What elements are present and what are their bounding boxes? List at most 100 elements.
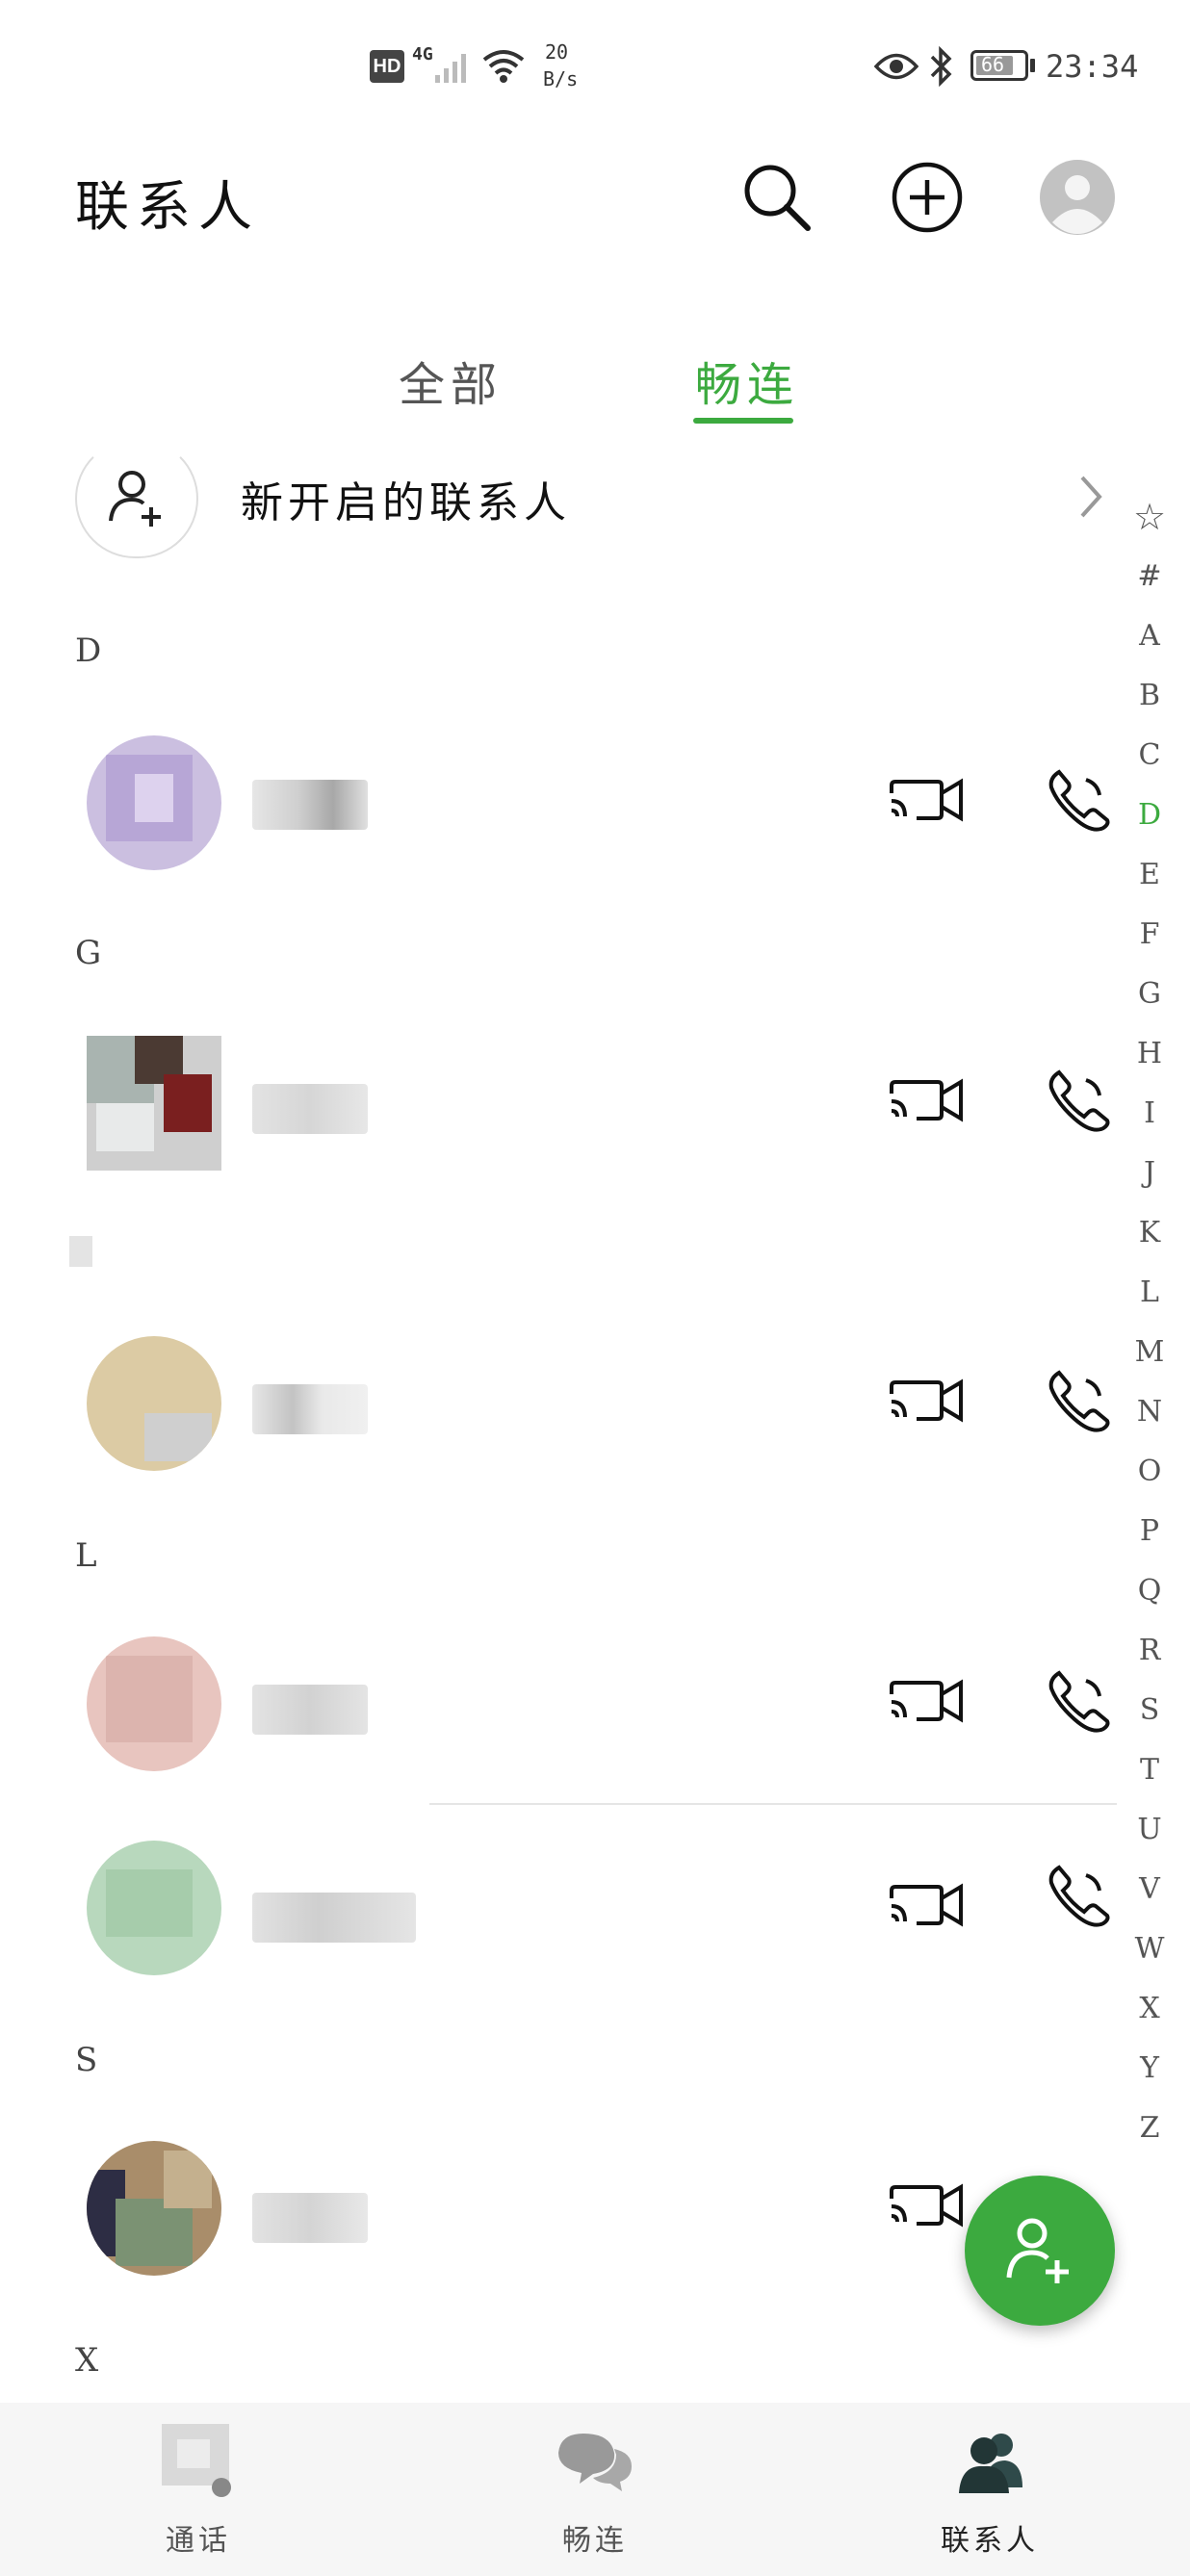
battery-level: 66 bbox=[981, 53, 1005, 76]
index-letter[interactable]: C bbox=[1130, 726, 1169, 786]
index-letter[interactable]: K bbox=[1130, 1203, 1169, 1263]
index-letter[interactable]: S bbox=[1130, 1681, 1169, 1740]
index-letter[interactable]: R bbox=[1130, 1621, 1169, 1681]
active-tab-indicator bbox=[693, 418, 793, 424]
nav-label: 通话 bbox=[166, 2524, 231, 2558]
eye-icon bbox=[874, 53, 918, 80]
contact-row[interactable] bbox=[0, 710, 1117, 893]
index-letter[interactable]: I bbox=[1130, 1084, 1169, 1144]
video-call-button[interactable] bbox=[884, 1057, 970, 1144]
index-letter[interactable]: O bbox=[1130, 1442, 1169, 1502]
nav-label: 畅连 bbox=[562, 2524, 628, 2558]
contact-name bbox=[252, 1384, 368, 1434]
nav-calls[interactable]: 通话 bbox=[102, 2403, 295, 2576]
voice-call-button[interactable] bbox=[1036, 1357, 1123, 1444]
hd-badge: HD bbox=[370, 50, 404, 83]
net-speed-unit: B/s bbox=[543, 67, 579, 90]
index-letter[interactable]: M bbox=[1130, 1323, 1169, 1382]
index-letter[interactable]: T bbox=[1130, 1740, 1169, 1800]
voice-call-button[interactable] bbox=[1036, 1852, 1123, 1939]
contact-avatar bbox=[87, 1841, 221, 1975]
index-letter[interactable]: Z bbox=[1130, 2099, 1169, 2158]
profile-avatar-button[interactable] bbox=[1034, 154, 1121, 241]
row-divider bbox=[429, 1803, 1117, 1805]
video-call-button[interactable] bbox=[884, 1862, 970, 1948]
index-letter[interactable]: D bbox=[1130, 786, 1169, 845]
new-contacts-row[interactable]: 新开启的联系人 bbox=[0, 439, 1117, 564]
signal-icon bbox=[435, 54, 466, 83]
phone-icon bbox=[1048, 1865, 1110, 1927]
voice-call-button[interactable] bbox=[1036, 757, 1123, 843]
index-letter[interactable]: W bbox=[1130, 1919, 1169, 1979]
profile-avatar bbox=[1040, 160, 1115, 235]
contact-name bbox=[252, 1084, 368, 1134]
voice-call-button[interactable] bbox=[1036, 1658, 1123, 1744]
contact-row[interactable] bbox=[0, 2116, 1117, 2299]
section-header-x: X bbox=[75, 2341, 99, 2380]
clock: 23:34 bbox=[1046, 48, 1139, 85]
video-call-icon bbox=[890, 1679, 963, 1723]
phone-icon bbox=[1048, 1670, 1110, 1733]
video-call-button[interactable] bbox=[884, 2162, 970, 2249]
contact-name bbox=[252, 780, 368, 830]
video-call-button[interactable] bbox=[884, 1658, 970, 1744]
section-header-g: G bbox=[75, 934, 102, 972]
new-contacts-icon-circle bbox=[75, 439, 198, 558]
contact-row[interactable] bbox=[0, 1611, 1117, 1794]
index-letter[interactable]: Q bbox=[1130, 1561, 1169, 1621]
voice-call-button[interactable] bbox=[1036, 1057, 1123, 1144]
index-letter[interactable]: # bbox=[1130, 547, 1169, 606]
bluetooth-icon bbox=[930, 46, 952, 87]
new-contacts-label: 新开启的联系人 bbox=[241, 478, 571, 528]
phone-icon bbox=[1048, 1370, 1110, 1432]
index-letter[interactable]: L bbox=[1130, 1263, 1169, 1323]
index-letter[interactable]: H bbox=[1130, 1024, 1169, 1084]
section-header-l: L bbox=[75, 1536, 97, 1575]
battery-tip bbox=[1030, 59, 1035, 72]
contact-row[interactable] bbox=[0, 1816, 1117, 1998]
index-letter[interactable]: P bbox=[1130, 1502, 1169, 1561]
index-letter[interactable]: ☆ bbox=[1130, 487, 1169, 547]
index-letter[interactable]: A bbox=[1130, 606, 1169, 666]
wifi-icon bbox=[482, 50, 525, 83]
alphabet-index-bar[interactable]: ☆ # A B C D E F G H I J K L M N O P Q R S T U V W X Y Z bbox=[1130, 487, 1169, 2158]
index-letter[interactable]: Y bbox=[1130, 2039, 1169, 2099]
contact-avatar bbox=[87, 1636, 221, 1771]
contact-avatar bbox=[87, 1036, 221, 1171]
battery-icon: 66 bbox=[970, 50, 1028, 81]
contact-name bbox=[252, 2193, 368, 2243]
contact-avatar bbox=[87, 2141, 221, 2276]
add-contact-fab[interactable] bbox=[965, 2176, 1115, 2326]
tab-all[interactable]: 全部 bbox=[399, 347, 503, 414]
tab-changlian[interactable]: 畅连 bbox=[695, 347, 799, 414]
search-button[interactable] bbox=[734, 154, 820, 241]
status-bar: HD 4G 20 B/s 66 23:34 bbox=[0, 0, 1190, 135]
index-letter[interactable]: G bbox=[1130, 965, 1169, 1024]
page-title: 联系人 bbox=[75, 176, 260, 239]
contact-row[interactable] bbox=[0, 1011, 1117, 1194]
index-letter[interactable]: F bbox=[1130, 905, 1169, 965]
video-call-icon bbox=[890, 1883, 963, 1927]
add-person-icon bbox=[109, 471, 161, 527]
index-letter[interactable]: U bbox=[1130, 1800, 1169, 1860]
contact-avatar bbox=[87, 735, 221, 870]
section-header-d: D bbox=[75, 631, 102, 670]
search-icon bbox=[744, 165, 811, 231]
index-letter[interactable]: X bbox=[1130, 1979, 1169, 2039]
index-letter[interactable]: V bbox=[1130, 1860, 1169, 1919]
index-letter[interactable]: N bbox=[1130, 1382, 1169, 1442]
index-letter[interactable]: J bbox=[1130, 1144, 1169, 1203]
phone-icon bbox=[1048, 769, 1110, 832]
index-letter[interactable]: E bbox=[1130, 845, 1169, 905]
network-type: 4G bbox=[412, 44, 433, 64]
index-letter[interactable]: B bbox=[1130, 666, 1169, 726]
contact-name bbox=[252, 1893, 416, 1943]
video-call-button[interactable] bbox=[884, 757, 970, 843]
nav-contacts[interactable]: 联系人 bbox=[893, 2403, 1086, 2576]
contact-row[interactable] bbox=[0, 1311, 1117, 1494]
video-call-button[interactable] bbox=[884, 1357, 970, 1444]
nav-changlian[interactable]: 畅连 bbox=[499, 2403, 691, 2576]
nav-label: 联系人 bbox=[941, 2524, 1039, 2558]
add-button[interactable] bbox=[884, 154, 970, 241]
bottom-navigation: 通话 畅连 联系人 bbox=[0, 2403, 1190, 2576]
